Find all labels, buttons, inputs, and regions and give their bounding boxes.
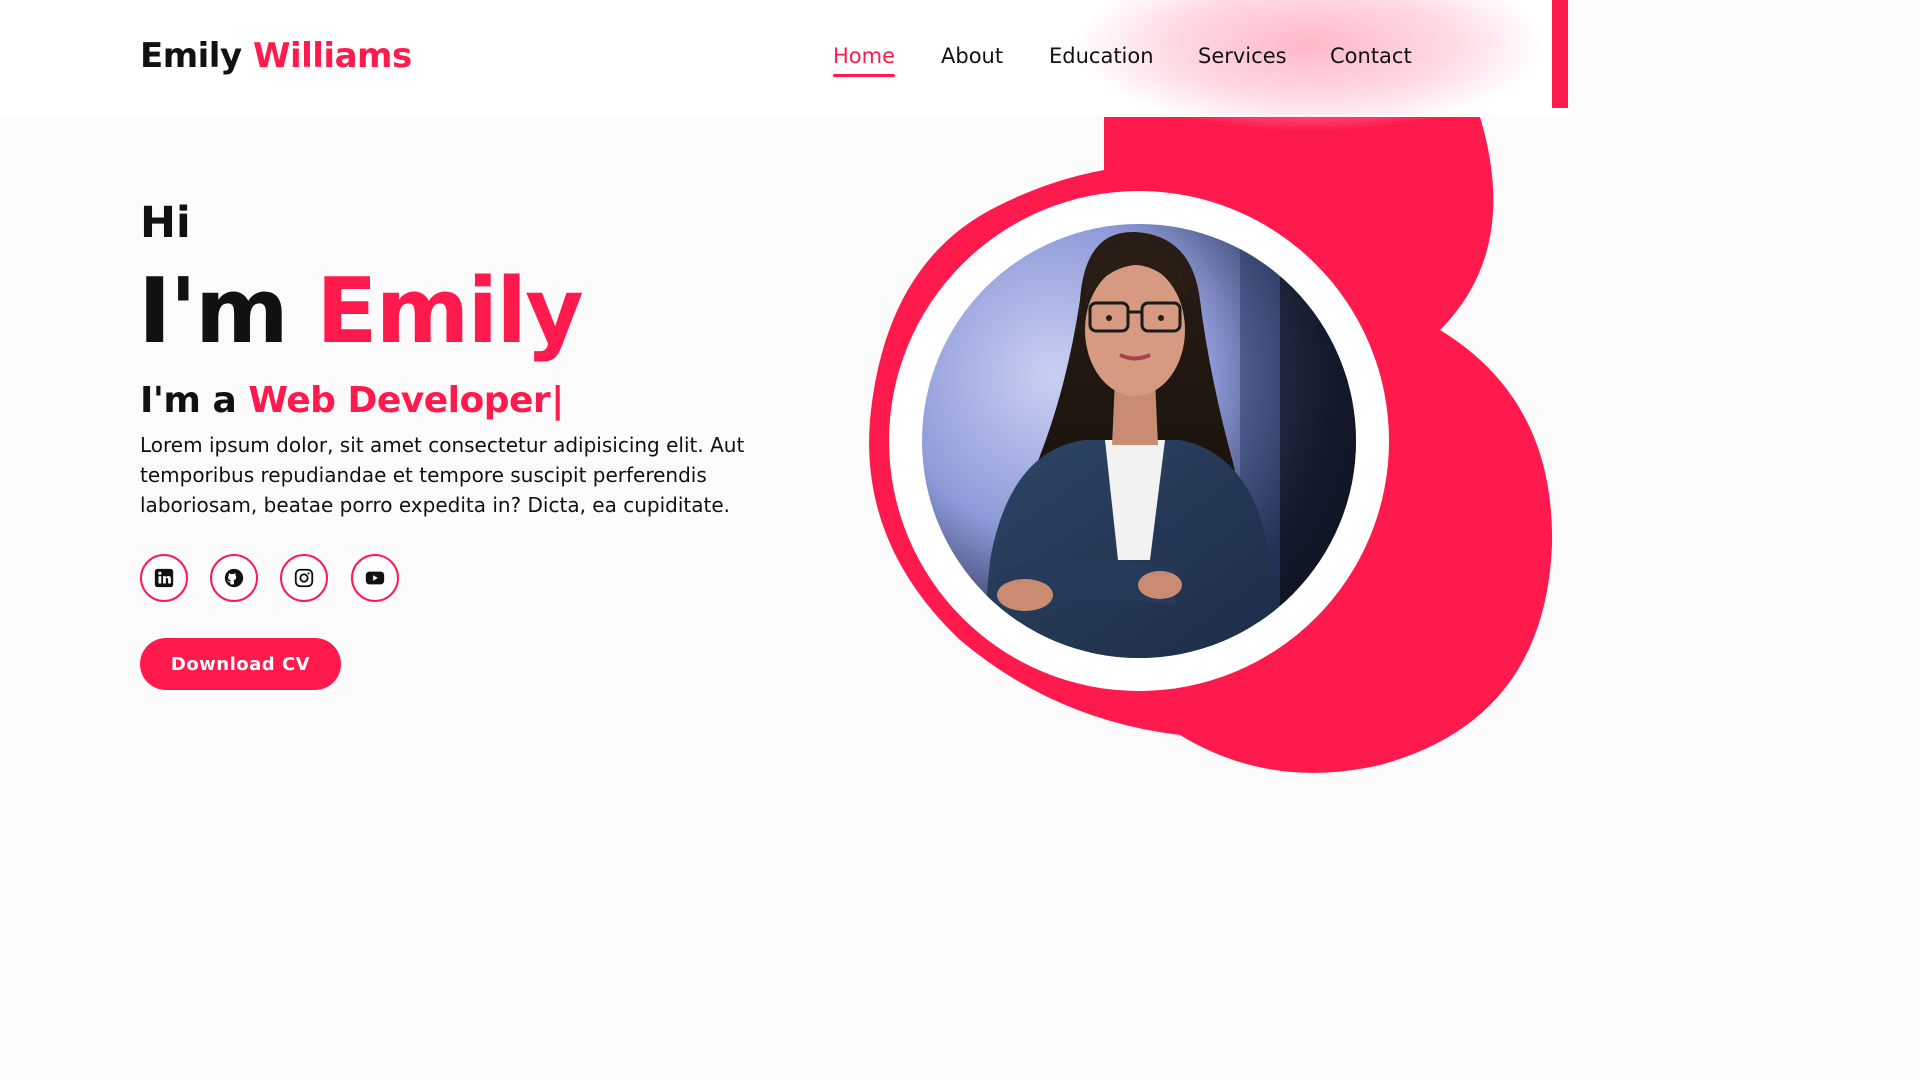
linkedin-icon — [154, 568, 174, 588]
nav-services[interactable]: Services — [1198, 44, 1287, 68]
hero-role: I'm a Web Developer| — [140, 380, 564, 421]
hero-greeting: Hi — [140, 198, 191, 248]
github-link[interactable] — [210, 554, 258, 602]
logo-first-name: Emily — [140, 36, 242, 76]
nav-about[interactable]: About — [941, 44, 1003, 68]
nav-education[interactable]: Education — [1049, 44, 1154, 68]
typing-cursor: | — [551, 380, 564, 421]
instagram-link[interactable] — [280, 554, 328, 602]
nav-home[interactable]: Home — [833, 44, 896, 77]
logo-last-name: Williams — [252, 36, 412, 76]
site-header: Emily Williams Home About Education Serv… — [0, 0, 1568, 130]
nav-contact[interactable]: Contact — [1330, 44, 1412, 68]
hero-role-title: Web Developer — [248, 380, 551, 421]
hero-intro: I'm Emily — [138, 259, 584, 364]
hero-intro-prefix: I'm — [138, 259, 289, 364]
scroll-progress-indicator — [1552, 0, 1568, 108]
hero-role-prefix: I'm a — [140, 380, 237, 421]
site-logo[interactable]: Emily Williams — [140, 36, 412, 76]
github-icon — [224, 568, 244, 588]
download-cv-button[interactable]: Download CV — [140, 638, 341, 690]
instagram-icon — [294, 568, 314, 588]
youtube-icon — [365, 571, 385, 585]
hero-description: Lorem ipsum dolor, sit amet consectetur … — [140, 433, 745, 517]
linkedin-link[interactable] — [140, 554, 188, 602]
youtube-link[interactable] — [351, 554, 399, 602]
hero-intro-name: Emily — [316, 259, 584, 364]
